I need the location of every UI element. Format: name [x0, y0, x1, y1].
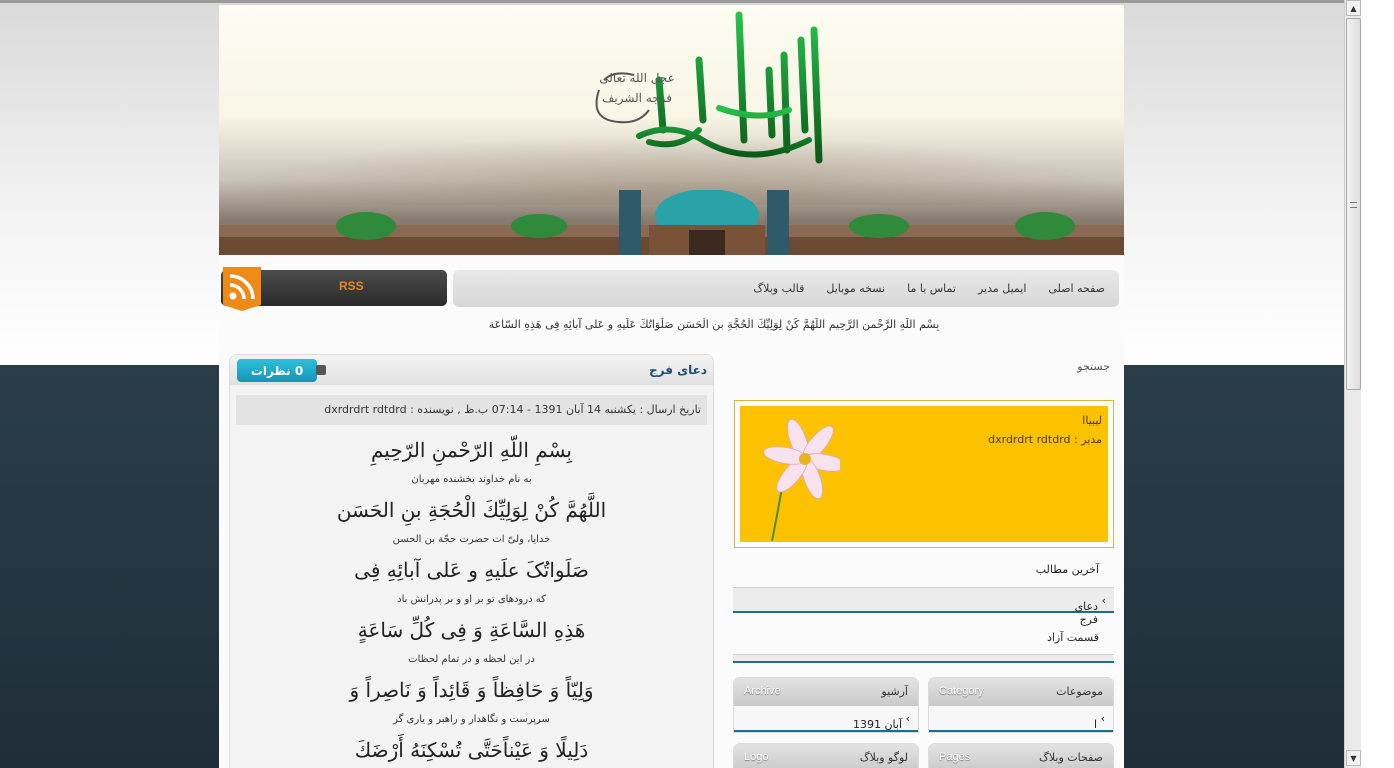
- calligraphy-logo: عجل الله تعالی فرجه الشریف: [595, 11, 823, 164]
- window-margin: [1361, 0, 1394, 768]
- profile-admin: مدیر : dxrdrdrt rdtdrd: [988, 433, 1102, 446]
- vertical-scrollbar[interactable]: ▲ ▼: [1344, 0, 1361, 768]
- latest-post-item[interactable]: › دعای فرج: [733, 587, 1114, 626]
- scrollbar-grip-icon: [1350, 202, 1357, 208]
- comments-button[interactable]: 0 نظرات: [237, 359, 317, 382]
- comments-count: 0: [294, 363, 304, 378]
- archive-box-header: Archive آرشیو: [734, 678, 918, 706]
- post-line-arabic: صَلَواتُکَ علَیهِ و عَلی آبائِهِ فِی: [354, 558, 589, 582]
- archive-box: Archive آرشیو › آبان 1391: [733, 677, 919, 733]
- svg-text:فرجه الشریف: فرجه الشریف: [602, 91, 672, 105]
- post-meta: تاریخ ارسال : یکشنبه 14 آبان 1391 - 07:1…: [324, 403, 701, 416]
- post-meta-bar: تاریخ ارسال : یکشنبه 14 آبان 1391 - 07:1…: [236, 395, 707, 425]
- nav-item-mobile[interactable]: نسخه موبایل: [826, 282, 885, 295]
- post-line-persian: به نام خداوند بخشنده مهربان: [411, 474, 532, 485]
- post-line-persian: خدایا، ولیّ ات حضرت حجّة بن الحسن: [392, 534, 551, 545]
- page-container: عجل الله تعالی فرجه الشریف RSS صفحه اصلی…: [219, 5, 1124, 768]
- logo-box: Logo لوگو وبلاگ: [733, 743, 919, 768]
- category-box-title: موضوعات: [1056, 685, 1103, 698]
- flower-image: [763, 418, 840, 541]
- post-line-arabic: بِسْمِ اللّهِ الرّحْمنِ الرّحِيمِ: [370, 438, 572, 462]
- comment-bubble-icon: [316, 365, 326, 375]
- nav-item-theme[interactable]: قالب وبلاگ: [753, 282, 804, 295]
- post-line-persian: سرپرست و نگاهدار و راهبر و یاری گر: [393, 714, 550, 725]
- profile-box: لیبیاا مدیر : dxrdrdrt rdtdrd: [734, 400, 1114, 548]
- scrollbar-thumb[interactable]: [1346, 18, 1361, 390]
- pages-box-header: Pages صفحات وبلاگ: [929, 744, 1113, 768]
- profile-name: لیبیاا: [1082, 414, 1102, 427]
- scroll-up-arrow-icon[interactable]: ▲: [1346, 0, 1361, 16]
- post-line-arabic: دَلِيلًا وَ عَيْناًحَتَّى تُسْكِنَهُ أَر…: [354, 738, 589, 762]
- post-line-persian: در این لحظه و در تمام لحظات: [408, 654, 535, 665]
- pages-box: Pages صفحات وبلاگ: [928, 743, 1114, 768]
- latest-post-label: › دعای فرج: [1074, 594, 1106, 626]
- logo-box-title: لوگو وبلاگ: [859, 751, 908, 764]
- latest-posts-title: آخرین مطالب: [1035, 563, 1099, 576]
- post-body: بِسْمِ اللّهِ الرّحْمنِ الرّحِيمِ به نام…: [236, 433, 707, 767]
- category-box-en-title: Category: [939, 685, 984, 697]
- post-header: دعای فرج 0 نظرات: [230, 355, 713, 385]
- nav-item-contact[interactable]: تماس با ما: [907, 282, 956, 295]
- ticker-text: بِسْمِ اللَّهِ الرَّحْمنِ الرَّحِيمِ الل…: [488, 318, 940, 331]
- post-line-arabic: وَلِيّاً وَ حَافِظاً وَ قَائِداً وَ نَاص…: [349, 678, 594, 702]
- profile-card: لیبیاا مدیر : dxrdrdrt rdtdrd: [740, 406, 1108, 542]
- post-title[interactable]: دعای فرج: [649, 363, 707, 377]
- logo-box-header: Logo لوگو وبلاگ: [734, 744, 918, 768]
- free-section-title: قسمت آزاد: [1046, 631, 1099, 644]
- archive-box-en-title: Archive: [744, 685, 781, 697]
- svg-text:عجل الله تعالی: عجل الله تعالی: [599, 71, 674, 85]
- post-line-arabic: هَذِهِ السَّاعَةِ وَ فِی کُلِّ سَاعَةٍ: [357, 618, 586, 642]
- pages-box-title: صفحات وبلاگ: [1039, 751, 1103, 764]
- pages-box-en-title: Pages: [939, 751, 971, 763]
- mosque-skyline: [219, 190, 1124, 255]
- post-line-arabic: اللَّهُمَّ كُنْ لِوَلِيِّكَ الْحُجَةِ بن…: [336, 498, 607, 522]
- search-label[interactable]: جستجو: [1077, 360, 1110, 373]
- main-nav: صفحه اصلی ایمیل مدیر تماس با ما نسخه موب…: [453, 270, 1119, 307]
- post-card: دعای فرج 0 نظرات تاریخ ارسال : یکشنبه 14…: [229, 354, 714, 768]
- rss-icon[interactable]: [223, 267, 261, 311]
- free-section-bar: [733, 654, 1114, 663]
- nav-item-home[interactable]: صفحه اصلی: [1048, 282, 1105, 295]
- comments-label: نظرات: [250, 363, 291, 378]
- logo-box-en-title: Logo: [744, 751, 769, 763]
- window-top-border: [0, 0, 1344, 3]
- header-banner[interactable]: عجل الله تعالی فرجه الشریف: [219, 5, 1124, 255]
- category-box: Category موضوعات › ا: [928, 677, 1114, 733]
- archive-box-title: آرشیو: [881, 685, 908, 698]
- category-box-header: Category موضوعات: [929, 678, 1113, 706]
- scroll-down-arrow-icon[interactable]: ▼: [1346, 750, 1361, 766]
- rss-label[interactable]: RSS: [339, 279, 364, 293]
- category-item[interactable]: › ا: [929, 706, 1113, 732]
- nav-item-admin-email[interactable]: ایمیل مدیر: [978, 282, 1026, 295]
- post-line-persian: که درودهای تو بر او و بر پدرانش باد: [397, 594, 546, 605]
- archive-item[interactable]: › آبان 1391: [734, 706, 918, 732]
